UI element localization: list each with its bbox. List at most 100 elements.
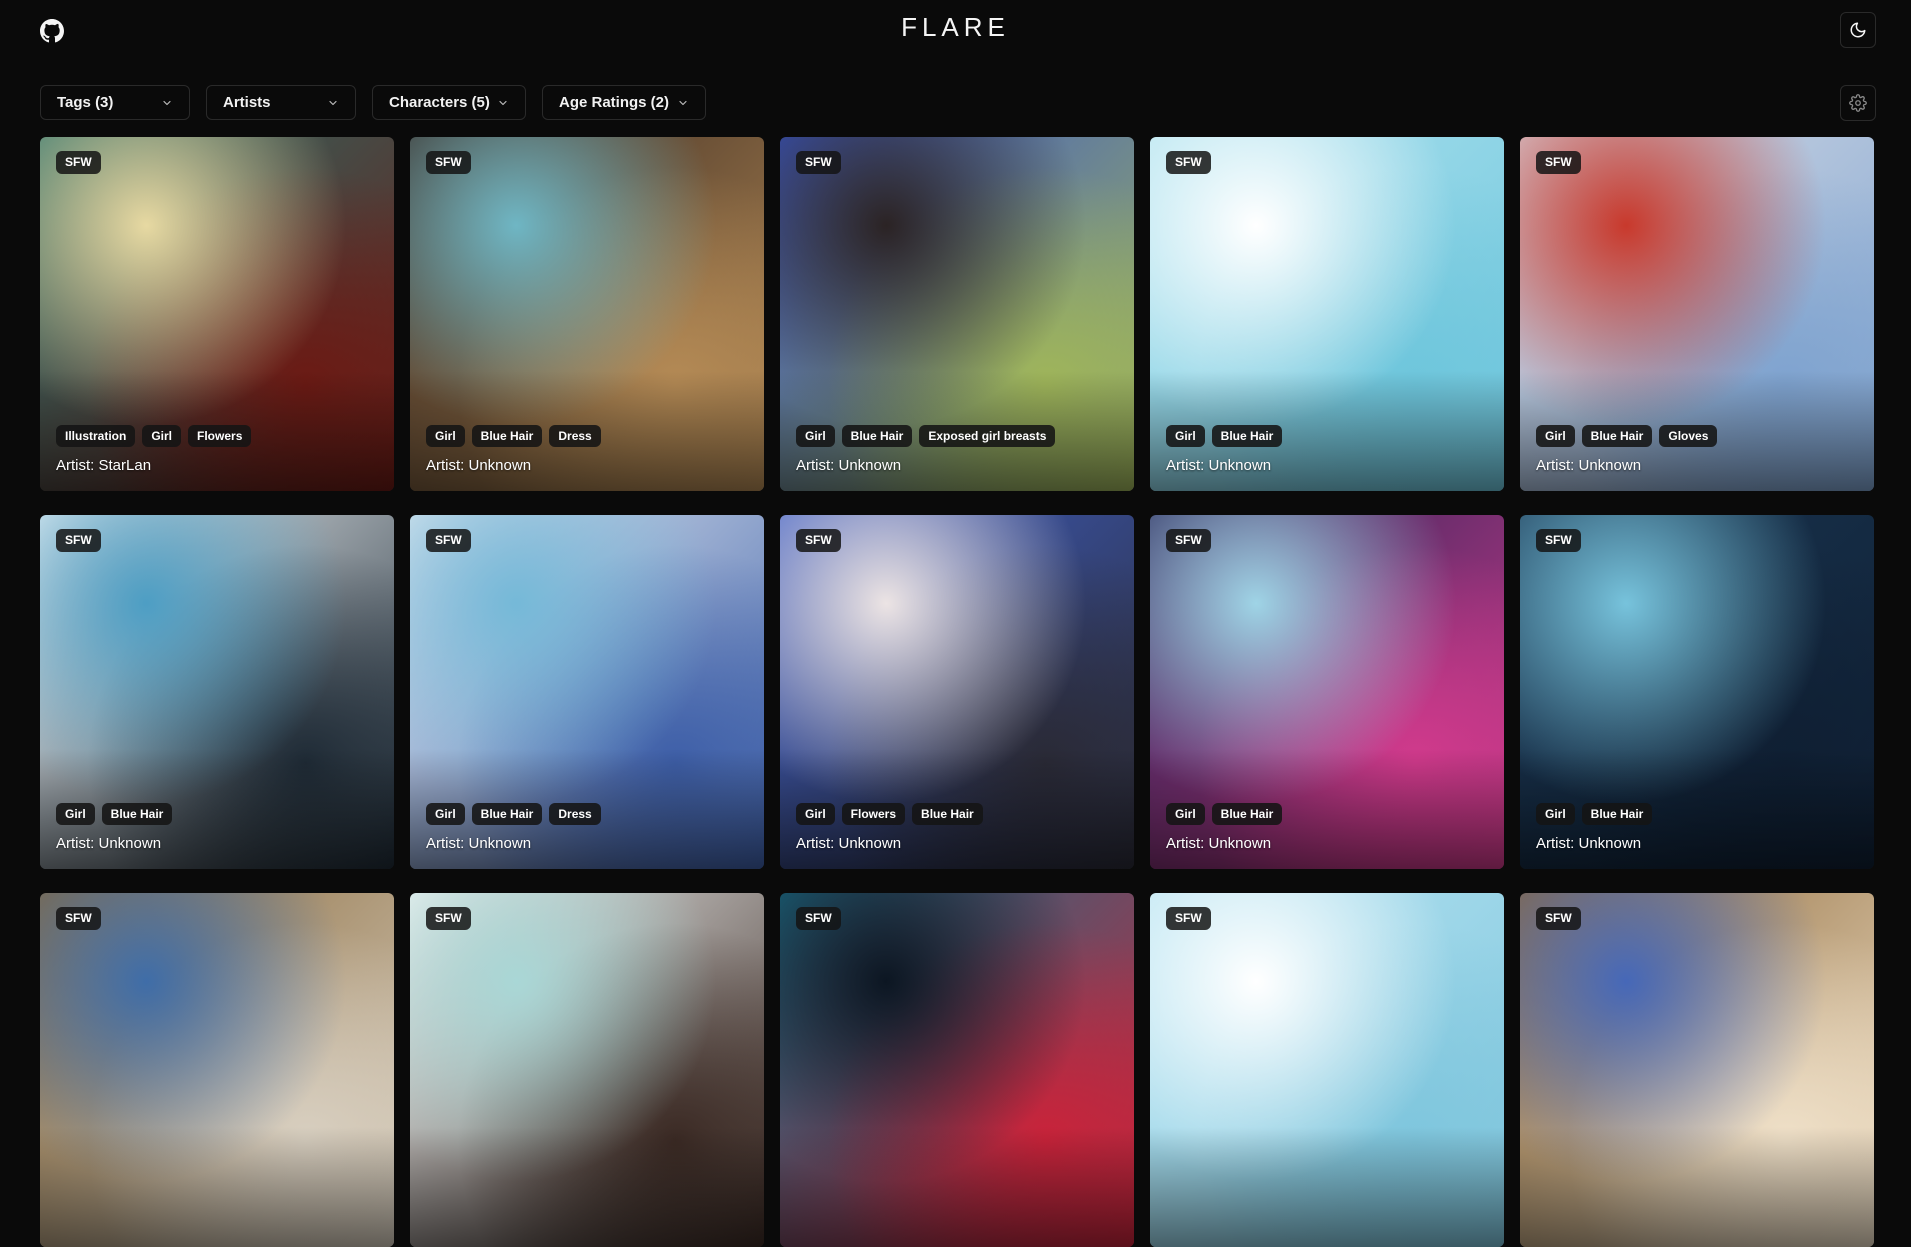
tag-chip[interactable]: Girl <box>426 803 465 825</box>
artist-label: Artist: Unknown <box>1536 457 1642 474</box>
tag-chip[interactable]: Girl <box>796 803 835 825</box>
artist-label: Artist: Unknown <box>426 457 532 474</box>
tag-list: Illustration Girl Flowers <box>56 425 252 447</box>
tag-chip[interactable]: Flowers <box>841 803 906 825</box>
tag-list: Girl Blue Hair <box>56 803 173 825</box>
tag-chip[interactable]: Girl <box>1166 803 1205 825</box>
tag-chip[interactable]: Girl <box>1536 803 1575 825</box>
artist-label: Artist: Unknown <box>56 835 162 852</box>
filter-bar: Tags (3) Artists Characters (5) Age Rati… <box>40 85 706 120</box>
rating-badge: SFW <box>56 151 101 174</box>
rating-badge: SFW <box>796 151 841 174</box>
artist-label: Artist: Unknown <box>796 457 902 474</box>
image-card[interactable]: SFW <box>1520 893 1874 1247</box>
tag-chip[interactable]: Girl <box>1536 425 1575 447</box>
rating-badge: SFW <box>56 529 101 552</box>
card-overlay <box>410 1127 764 1247</box>
image-card[interactable]: SFW Girl Blue Hair Dress Artist: Unknown <box>410 137 764 491</box>
rating-badge: SFW <box>1166 907 1211 930</box>
tag-chip[interactable]: Blue Hair <box>1211 803 1283 825</box>
tag-chip[interactable]: Exposed girl breasts <box>919 425 1056 447</box>
tag-list: Girl Blue Hair Gloves <box>1536 425 1718 447</box>
tag-chip[interactable]: Blue Hair <box>471 425 543 447</box>
app-title: FLARE <box>901 12 1010 42</box>
artist-label: Artist: Unknown <box>1166 835 1272 852</box>
artist-label: Artist: StarLan <box>56 457 152 474</box>
characters-filter-dropdown[interactable]: Characters (5) <box>372 85 526 120</box>
rating-badge: SFW <box>1536 151 1581 174</box>
artist-label: Artist: Unknown <box>1166 457 1272 474</box>
gear-icon <box>1849 94 1867 112</box>
image-card[interactable]: SFW Girl Flowers Blue Hair Artist: Unknown <box>780 515 1134 869</box>
tag-list: Girl Blue Hair Exposed girl breasts <box>796 425 1056 447</box>
tag-list: Girl Blue Hair <box>1166 425 1283 447</box>
tag-list: Girl Flowers Blue Hair <box>796 803 983 825</box>
image-card[interactable]: SFW Girl Blue Hair Artist: Unknown <box>40 515 394 869</box>
rating-badge: SFW <box>1166 529 1211 552</box>
tag-chip[interactable]: Blue Hair <box>1581 803 1653 825</box>
card-overlay <box>1150 1127 1504 1247</box>
tag-chip[interactable]: Blue Hair <box>471 803 543 825</box>
tag-chip[interactable]: Blue Hair <box>1581 425 1653 447</box>
image-card[interactable]: SFW <box>1150 893 1504 1247</box>
image-card[interactable]: SFW <box>40 893 394 1247</box>
tag-chip[interactable]: Girl <box>426 425 465 447</box>
filter-label: Artists <box>223 94 271 111</box>
chevron-down-icon <box>163 100 171 105</box>
card-overlay <box>40 1127 394 1247</box>
rating-badge: SFW <box>1536 529 1581 552</box>
rating-badge: SFW <box>796 907 841 930</box>
tag-chip[interactable]: Flowers <box>188 425 252 447</box>
image-card[interactable]: SFW Illustration Girl Flowers Artist: StarLa… <box>40 137 394 491</box>
theme-toggle-button[interactable] <box>1840 12 1876 48</box>
moon-icon <box>1850 22 1866 38</box>
tag-chip[interactable]: Girl <box>142 425 182 447</box>
rating-badge: SFW <box>56 907 101 930</box>
tag-list: Girl Blue Hair <box>1166 803 1283 825</box>
image-card[interactable]: SFW Girl Blue Hair Artist: Unknown <box>1150 515 1504 869</box>
rating-badge: SFW <box>1536 907 1581 930</box>
tag-chip[interactable]: Blue Hair <box>1211 425 1283 447</box>
tag-chip[interactable]: Girl <box>796 425 835 447</box>
app-header: FLARE <box>0 0 1911 64</box>
image-card[interactable]: SFW Girl Blue Hair Artist: Unknown <box>1520 515 1874 869</box>
tags-filter-dropdown[interactable]: Tags (3) <box>40 85 190 120</box>
artist-label: Artist: Unknown <box>1536 835 1642 852</box>
filter-label: Tags (3) <box>57 94 114 111</box>
rating-badge: SFW <box>1166 151 1211 174</box>
tag-chip[interactable]: Gloves <box>1659 425 1718 447</box>
artist-label: Artist: Unknown <box>796 835 902 852</box>
filter-label: Age Ratings (2) <box>559 94 670 111</box>
artists-filter-dropdown[interactable]: Artists <box>206 85 356 120</box>
image-card[interactable]: SFW Girl Blue Hair Dress Artist: Unknown <box>410 515 764 869</box>
rating-badge: SFW <box>426 907 471 930</box>
tag-chip[interactable]: Dress <box>549 803 601 825</box>
tag-chip[interactable]: Illustration <box>56 425 136 447</box>
tag-chip[interactable]: Blue Hair <box>101 803 173 825</box>
filter-label: Characters (5) <box>389 94 490 111</box>
tag-chip[interactable]: Blue Hair <box>912 803 983 825</box>
rating-badge: SFW <box>426 529 471 552</box>
artist-label: Artist: Unknown <box>426 835 532 852</box>
chevron-down-icon <box>679 100 687 105</box>
tag-chip[interactable]: Girl <box>1166 425 1205 447</box>
card-overlay <box>780 1127 1134 1247</box>
tag-list: Girl Blue Hair Dress <box>426 803 601 825</box>
image-card[interactable]: SFW Girl Blue Hair Exposed girl breasts Arti… <box>780 137 1134 491</box>
tag-chip[interactable]: Blue Hair <box>841 425 913 447</box>
tag-chip[interactable]: Dress <box>549 425 601 447</box>
chevron-down-icon <box>329 100 337 105</box>
rating-badge: SFW <box>426 151 471 174</box>
image-card[interactable]: SFW <box>780 893 1134 1247</box>
image-card[interactable]: SFW Girl Blue Hair Artist: Unknown <box>1150 137 1504 491</box>
card-overlay <box>1520 1127 1874 1247</box>
rating-badge: SFW <box>796 529 841 552</box>
tag-list: Girl Blue Hair <box>1536 803 1653 825</box>
tag-list: Girl Blue Hair Dress <box>426 425 601 447</box>
chevron-down-icon <box>499 100 507 105</box>
image-card[interactable]: SFW <box>410 893 764 1247</box>
tag-chip[interactable]: Girl <box>56 803 95 825</box>
settings-button[interactable] <box>1840 85 1876 121</box>
image-card[interactable]: SFW Girl Blue Hair Gloves Artist: Unknown <box>1520 137 1874 491</box>
age-ratings-filter-dropdown[interactable]: Age Ratings (2) <box>542 85 706 120</box>
